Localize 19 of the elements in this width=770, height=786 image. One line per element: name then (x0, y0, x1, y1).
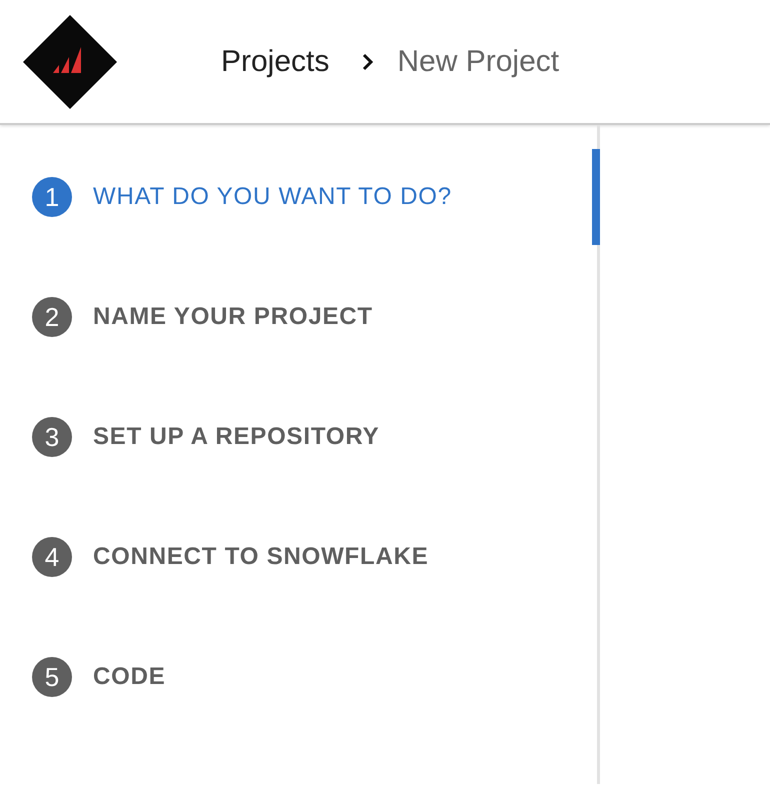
step-item[interactable]: 4 CONNECT TO SNOWFLAKE (0, 509, 597, 605)
step-label: CODE (93, 663, 166, 691)
breadcrumb-current: New Project (397, 44, 560, 78)
step-number: 2 (32, 297, 72, 337)
step-item[interactable]: 2 NAME YOUR PROJECT (0, 269, 597, 365)
step-number: 4 (32, 537, 72, 577)
step-label: NAME YOUR PROJECT (93, 303, 373, 331)
step-number: 5 (32, 657, 72, 697)
chevron-right-icon (361, 52, 376, 72)
step-label: CONNECT TO SNOWFLAKE (93, 543, 429, 571)
step-label: WHAT DO YOU WANT TO DO? (93, 183, 452, 211)
step-item[interactable]: 5 CODE (0, 629, 597, 725)
step-number: 1 (32, 177, 72, 217)
step-number: 3 (32, 417, 72, 457)
logo-icon (23, 14, 117, 108)
step-label: SET UP A REPOSITORY (93, 423, 380, 451)
step-item[interactable]: 1 WHAT DO YOU WANT TO DO? (0, 149, 597, 245)
step-item[interactable]: 3 SET UP A REPOSITORY (0, 389, 597, 485)
breadcrumb-link[interactable]: Projects (221, 44, 330, 78)
